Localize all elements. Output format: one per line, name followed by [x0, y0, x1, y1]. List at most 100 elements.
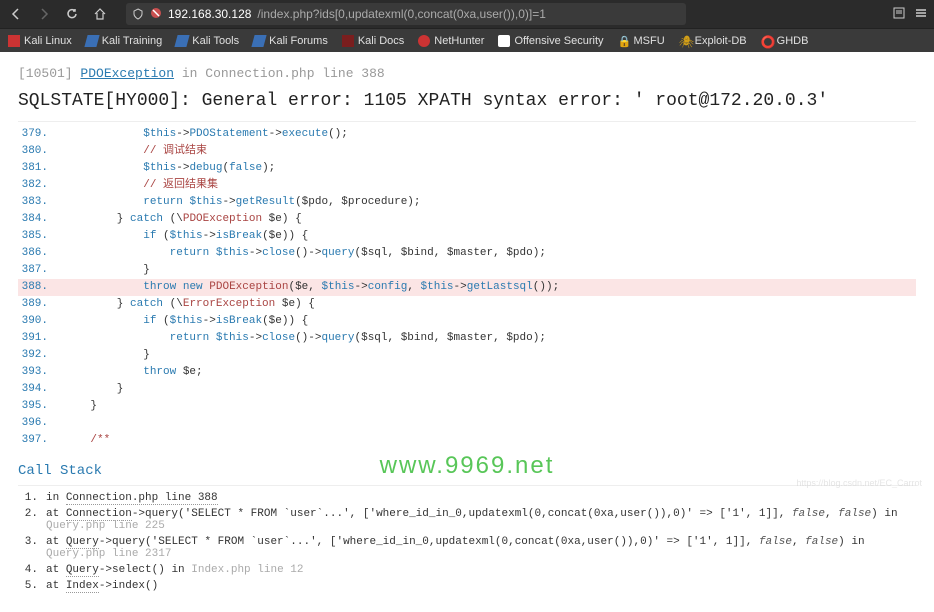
url-path: /index.php?ids[0,updatexml(0,concat(0xa,…: [257, 7, 546, 21]
insecure-icon: [150, 7, 162, 22]
callstack-item: 4.at Query->select() in Index.php line 1…: [18, 562, 916, 578]
code-text: /**: [64, 432, 110, 449]
error-code: [10501]: [18, 66, 73, 81]
code-line: 380. // 调试结束: [18, 143, 916, 160]
bookmark-label: Kali Linux: [24, 35, 72, 47]
code-block: 379. $this->PDOStatement->execute();380.…: [18, 121, 916, 449]
url-bar[interactable]: 192.168.30.128/index.php?ids[0,updatexml…: [126, 3, 686, 25]
exception-link[interactable]: PDOException: [80, 66, 174, 81]
bookmark-icon: [498, 35, 510, 47]
forward-button[interactable]: [34, 4, 54, 24]
code-text: if ($this->isBreak($e)) {: [64, 313, 308, 330]
bookmark-label: Kali Training: [102, 35, 163, 47]
code-text: // 调试结束: [64, 143, 207, 160]
callstack-item: 1. in Connection.php line 388: [18, 490, 916, 506]
code-line: 396.: [18, 415, 916, 432]
code-line: 381. $this->debug(false);: [18, 160, 916, 177]
page-content: [10501] PDOException in Connection.php l…: [0, 52, 934, 604]
line-number: 389.: [18, 296, 64, 313]
bookmark-item[interactable]: Offensive Security: [498, 35, 603, 47]
bookmark-item[interactable]: Kali Tools: [176, 35, 239, 47]
callstack-item: 5.at Index->index(): [18, 578, 916, 594]
code-text: // 返回结果集: [64, 177, 218, 194]
bookmark-label: Kali Docs: [358, 35, 404, 47]
callstack-text: in Connection.php line 388: [46, 492, 218, 505]
reload-button[interactable]: [62, 4, 82, 24]
line-number: 391.: [18, 330, 64, 347]
line-number: 382.: [18, 177, 64, 194]
code-text: return $this->close()->query($sql, $bind…: [64, 330, 546, 347]
line-number: 388.: [18, 279, 64, 296]
reader-mode-icon[interactable]: [892, 6, 906, 23]
bookmark-item[interactable]: Kali Forums: [253, 35, 328, 47]
code-text: }: [64, 381, 123, 398]
bookmark-item[interactable]: Kali Training: [86, 35, 163, 47]
code-text: $this->PDOStatement->execute();: [64, 126, 348, 143]
error-header: [10501] PDOException in Connection.php l…: [18, 62, 916, 85]
code-text: }: [64, 262, 150, 279]
line-number: 384.: [18, 211, 64, 228]
home-button[interactable]: [90, 4, 110, 24]
line-number: 387.: [18, 262, 64, 279]
call-stack-title: Call Stack: [18, 457, 916, 486]
code-line: 386. return $this->close()->query($sql, …: [18, 245, 916, 262]
bookmark-item[interactable]: Kali Linux: [8, 35, 72, 47]
callstack-num: 3.: [18, 536, 38, 548]
browser-toolbar: 192.168.30.128/index.php?ids[0,updatexml…: [0, 0, 934, 28]
code-line: 379. $this->PDOStatement->execute();: [18, 126, 916, 143]
bookmark-item[interactable]: ⭕GHDB: [761, 35, 809, 47]
bookmark-item[interactable]: NetHunter: [418, 35, 484, 47]
error-message: SQLSTATE[HY000]: General error: 1105 XPA…: [18, 85, 916, 121]
code-text: }: [64, 398, 97, 415]
line-number: 380.: [18, 143, 64, 160]
bookmark-item[interactable]: 🔒 MSFU: [618, 35, 665, 47]
bookmark-label: MSFU: [634, 35, 665, 47]
code-text: return $this->close()->query($sql, $bind…: [64, 245, 546, 262]
code-line: 395. }: [18, 398, 916, 415]
code-text: $this->debug(false);: [64, 160, 275, 177]
code-text: }: [64, 347, 150, 364]
bookmark-icon: ⭕: [761, 35, 773, 47]
code-line: 382. // 返回结果集: [18, 177, 916, 194]
code-line: 392. }: [18, 347, 916, 364]
bookmark-label: Kali Tools: [192, 35, 239, 47]
code-line: 394. }: [18, 381, 916, 398]
line-number: 390.: [18, 313, 64, 330]
callstack-num: 4.: [18, 564, 38, 576]
code-line: 388. throw new PDOException($e, $this->c…: [18, 279, 916, 296]
line-number: 381.: [18, 160, 64, 177]
bookmark-label: NetHunter: [434, 35, 484, 47]
line-number: 392.: [18, 347, 64, 364]
in-word: in: [182, 66, 198, 81]
tracking-shield-icon[interactable]: [132, 8, 144, 20]
code-line: 384. } catch (\PDOException $e) {: [18, 211, 916, 228]
code-text: if ($this->isBreak($e)) {: [64, 228, 308, 245]
bookmark-item[interactable]: 🕷Exploit-DB: [679, 35, 747, 47]
code-line: 389. } catch (\ErrorException $e) {: [18, 296, 916, 313]
bookmark-icon: [418, 35, 430, 47]
line-number: 395.: [18, 398, 64, 415]
callstack-item: 2.at Connection->query('SELECT * FROM `u…: [18, 506, 916, 534]
back-button[interactable]: [6, 4, 26, 24]
line-number: 396.: [18, 415, 64, 432]
bookmark-label: Offensive Security: [514, 35, 603, 47]
line-number: 394.: [18, 381, 64, 398]
bookmark-icon: [342, 35, 354, 47]
code-line: 387. }: [18, 262, 916, 279]
bookmark-icon: [252, 35, 267, 47]
line-number: 385.: [18, 228, 64, 245]
call-stack: Call Stack 1. in Connection.php line 3882…: [18, 457, 916, 594]
line-number: 379.: [18, 126, 64, 143]
line-number: 386.: [18, 245, 64, 262]
bookmark-icon: 🕷: [679, 35, 691, 47]
callstack-item: 3. at Query->query('SELECT * FROM `user`.…: [18, 534, 916, 562]
bookmark-label: Kali Forums: [269, 35, 328, 47]
callstack-text: at Query->query('SELECT * FROM `user`...…: [46, 536, 865, 560]
code-text: throw $e;: [64, 364, 203, 381]
bookmark-icon: 🔒: [618, 35, 630, 47]
code-line: 383. return $this->getResult($pdo, $proc…: [18, 194, 916, 211]
code-line: 393. throw $e;: [18, 364, 916, 381]
menu-icon[interactable]: [914, 6, 928, 23]
bookmark-item[interactable]: Kali Docs: [342, 35, 404, 47]
callstack-num: 1.: [18, 492, 38, 504]
